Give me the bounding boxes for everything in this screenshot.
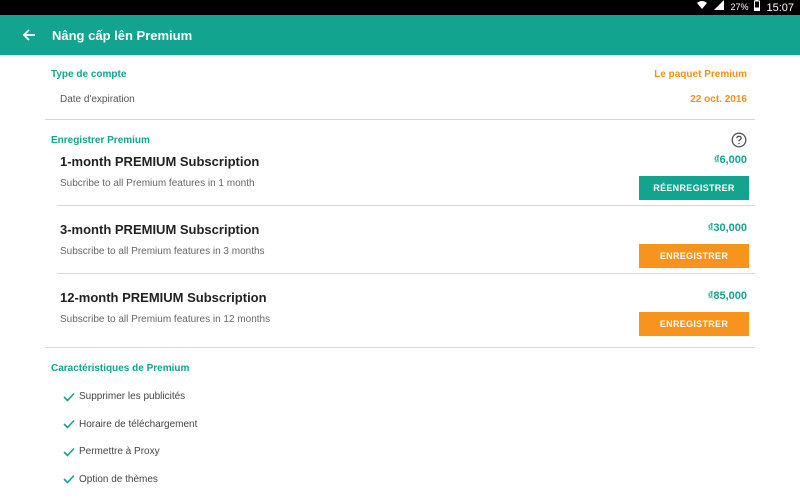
expiry-label: Date d'expiration [60,93,135,105]
feature-item: Supprimer les publicités [45,383,755,411]
plan-title: 3-month PREMIUM Subscription [60,222,260,237]
plan-description: Subscribe to all Premium features in 3 m… [60,246,265,257]
feature-label: Horaire de téléchargement [79,418,198,430]
plan-title: 1-month PREMIUM Subscription [60,154,260,169]
help-circle-icon[interactable] [731,132,747,148]
account-type-label: Type de compte [51,68,127,80]
main-content: Type de compte Le paquet Premium Date d'… [45,55,755,493]
check-icon [63,447,75,457]
plan-price: ₫85,000 [707,290,747,302]
plan-title: 12-month PREMIUM Subscription [60,290,267,305]
check-icon [63,419,75,429]
register-section-title: Enregistrer Premium [51,134,150,146]
register-button-12-month[interactable]: ENREGISTRER [639,312,749,336]
battery-percent: 27% [730,2,749,12]
feature-item: Permettre à Proxy [45,438,755,466]
reregister-button[interactable]: RÉENREGISTRER [639,176,749,200]
wifi-icon [696,0,708,15]
plan-12-month: 12-month PREMIUM Subscription Subscribe … [45,288,755,347]
account-type-row: Type de compte Le paquet Premium [45,55,755,93]
plan-description: Subcribe to all Premium features in 1 mo… [60,178,255,189]
check-icon [63,392,75,402]
plan-1-month: 1-month PREMIUM Subscription Subcribe to… [45,152,755,205]
feature-label: Supprimer les publicités [79,391,186,403]
divider [57,273,755,274]
arrow-left-icon[interactable] [18,24,40,46]
register-button-3-month[interactable]: ENREGISTRER [639,244,749,268]
feature-item: Option de thèmes [45,466,755,494]
plan-price: ₫6,000 [713,154,747,166]
feature-label: Option de thèmes [79,473,158,485]
page-title: Nâng cấp lên Premium [52,27,193,43]
plan-description: Subscribe to all Premium features in 12 … [60,314,271,325]
expiry-row: Date d'expiration 22 oct. 2016 [45,93,755,105]
divider [57,205,755,206]
battery-icon [754,0,761,16]
account-type-value: Le paquet Premium [654,68,747,80]
plan-price: ₫30,000 [707,222,747,234]
check-icon [63,474,75,484]
app-bar: Nâng cấp lên Premium [0,15,800,55]
feature-label: Permettre à Proxy [79,446,160,458]
expiry-value: 22 oct. 2016 [690,93,747,105]
feature-item: Horaire de téléchargement [45,411,755,439]
features-section-title: Caractéristiques de Premium [51,362,190,374]
signal-icon [714,0,725,15]
status-bar: 27% 15:07 [0,0,800,15]
clock: 15:07 [766,1,794,14]
plan-3-month: 3-month PREMIUM Subscription Subscribe t… [45,220,755,273]
